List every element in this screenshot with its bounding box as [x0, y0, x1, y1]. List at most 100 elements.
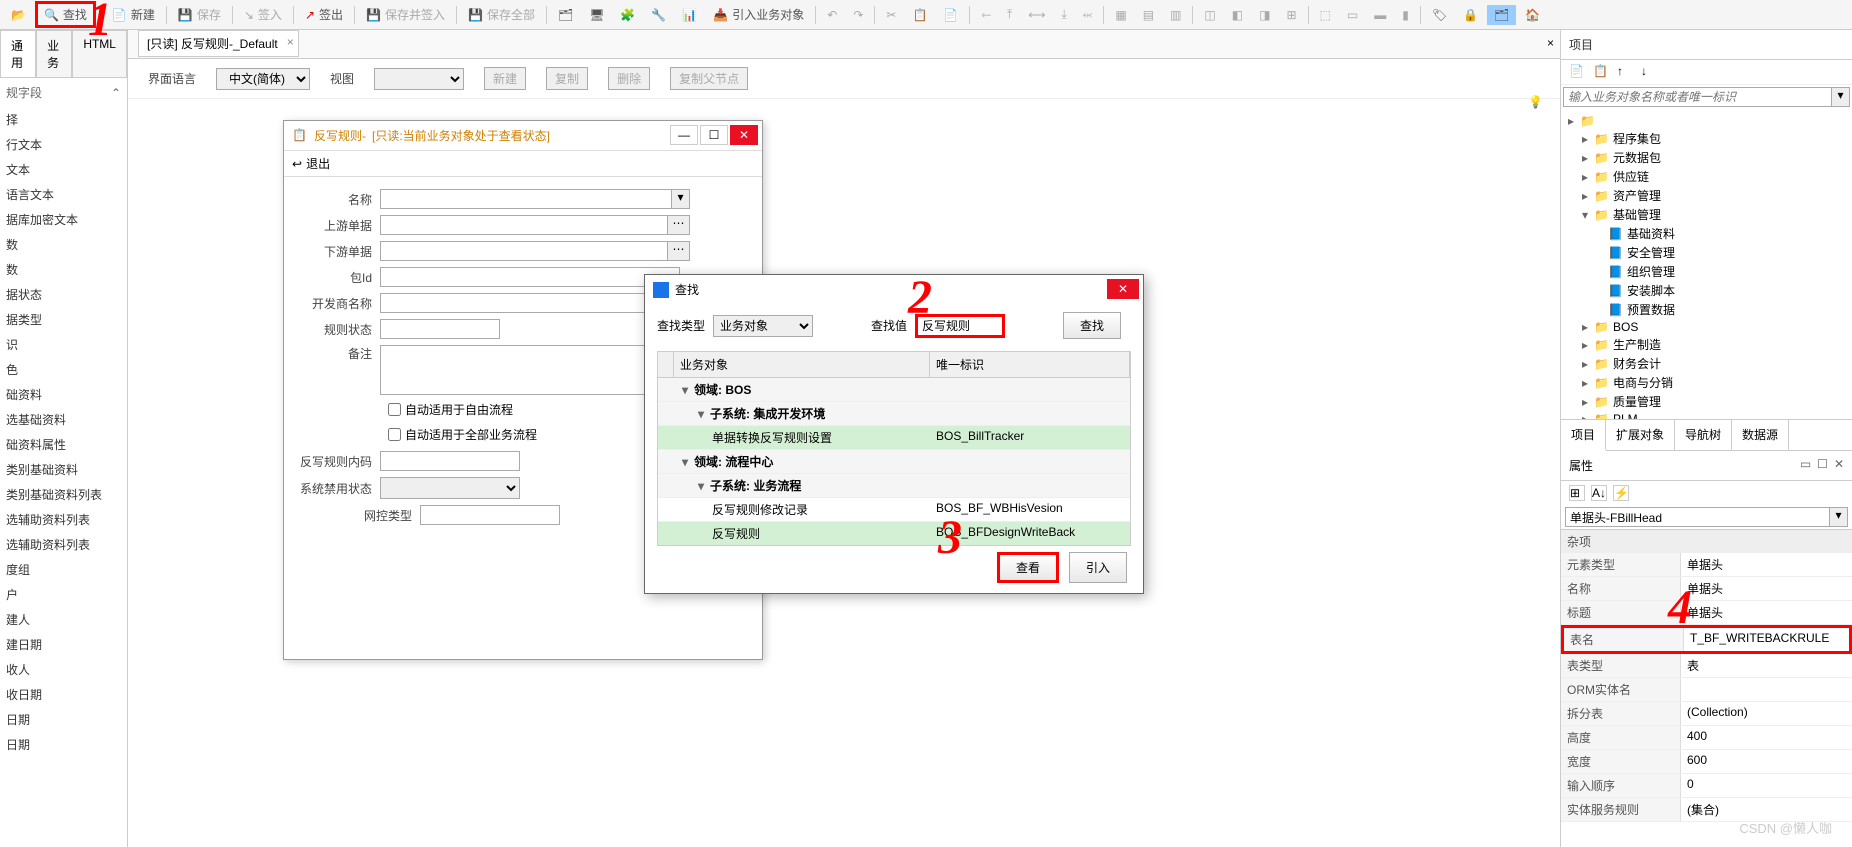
tb-a4[interactable]: ⤓ [1054, 4, 1073, 25]
left-item[interactable]: 度组 [0, 557, 127, 582]
props-az-icon[interactable]: A↓ [1591, 485, 1607, 501]
tb-ic3[interactable]: 🧩 [613, 5, 642, 25]
tree-node[interactable]: 📘组织管理 [1565, 262, 1848, 281]
left-item[interactable]: 户 [0, 582, 127, 607]
left-item[interactable]: 据状态 [0, 282, 127, 307]
tb-a1[interactable]: ⬸ [974, 4, 998, 25]
save-all-button[interactable]: 💾 保存全部 [461, 3, 542, 26]
code-input[interactable] [380, 451, 520, 471]
tree-node[interactable]: 📘预置数据 [1565, 300, 1848, 319]
downstream-lookup[interactable]: ⋯ [668, 241, 690, 261]
left-tab-general[interactable]: 通用 [0, 30, 36, 77]
grid-row[interactable]: ▾领域: 流程中心 [658, 450, 1130, 474]
left-item[interactable]: 据库加密文本 [0, 207, 127, 232]
tb-d4[interactable]: ▮ [1395, 5, 1416, 25]
tree-node[interactable]: ▾📁基础管理 [1565, 205, 1848, 224]
find-close-button[interactable]: ✕ [1107, 279, 1139, 299]
new-button[interactable]: 📄 新建 [105, 3, 162, 26]
close-all-icon[interactable]: × [1547, 36, 1554, 50]
lang-select[interactable]: 中文(简体) [216, 68, 310, 90]
tb-g4[interactable]: 📋 [905, 5, 934, 25]
name-dropdown[interactable]: ▾ [672, 189, 690, 209]
checkout-button[interactable]: ↗ 签出 [298, 3, 350, 26]
left-item[interactable]: 据类型 [0, 307, 127, 332]
tb-ic5[interactable]: 📊 [675, 5, 704, 25]
upstream-input[interactable] [380, 215, 668, 235]
left-item[interactable]: 础资料属性 [0, 432, 127, 457]
auto-free-checkbox[interactable] [388, 403, 401, 416]
property-row[interactable]: 元素类型单据头 [1561, 553, 1852, 577]
tb-c4[interactable]: ⊞ [1279, 5, 1303, 25]
import-biz-button[interactable]: 📥 引入业务对象 [706, 3, 811, 26]
save-checkin-button[interactable]: 💾 保存并签入 [359, 3, 452, 26]
close-button[interactable]: ✕ [730, 125, 758, 145]
left-item[interactable]: 础资料 [0, 382, 127, 407]
rp-down-icon[interactable]: ↓ [1641, 64, 1657, 80]
lightbulb-icon[interactable]: 💡 [1528, 95, 1548, 115]
grid-row[interactable]: ▾子系统: 业务流程 [658, 474, 1130, 498]
tb-ic4[interactable]: 🔧 [644, 5, 673, 25]
left-item[interactable]: 类别基础资料列表 [0, 482, 127, 507]
grid-row[interactable]: 单据转换反写规则设置BOS_BillTracker [658, 426, 1130, 450]
tree-node[interactable]: ▸📁生产制造 [1565, 335, 1848, 354]
tb-g2[interactable]: ↷ [846, 5, 870, 25]
left-item[interactable]: 日期 [0, 707, 127, 732]
auto-all-checkbox[interactable] [388, 428, 401, 441]
downstream-input[interactable] [380, 241, 668, 261]
checkin-button[interactable]: ↘ 签入 [237, 3, 289, 26]
left-item[interactable]: 文本 [0, 157, 127, 182]
package-input[interactable] [380, 267, 680, 287]
developer-input[interactable] [380, 293, 680, 313]
tb-c3[interactable]: ◨ [1252, 5, 1277, 25]
tb-c1[interactable]: ◫ [1197, 5, 1222, 25]
left-item[interactable]: 建人 [0, 607, 127, 632]
doc-copyparent-btn[interactable]: 复制父节点 [670, 67, 748, 90]
property-row[interactable]: 输入顺序0 [1561, 774, 1852, 798]
tb-c2[interactable]: ◧ [1225, 5, 1250, 25]
tree-node[interactable]: ▸📁供应链 [1565, 167, 1848, 186]
grid-row[interactable]: ▾领域: BOS [658, 378, 1130, 402]
property-row[interactable]: ORM实体名 [1561, 678, 1852, 702]
props-element-drop[interactable]: ▾ [1830, 507, 1848, 527]
props-min-icon[interactable]: ▭ [1800, 457, 1811, 474]
doc-new-btn[interactable]: 新建 [484, 67, 526, 90]
name-input[interactable] [380, 189, 672, 209]
props-ev-icon[interactable]: ⚡ [1613, 485, 1629, 501]
save-button[interactable]: 💾 保存 [171, 3, 228, 26]
exit-button[interactable]: ↩ 退出 [292, 155, 330, 172]
property-row[interactable]: 表类型表 [1561, 654, 1852, 678]
tb-e2[interactable]: 🔒 [1456, 5, 1485, 25]
doc-delete-btn[interactable]: 删除 [608, 67, 650, 90]
find-type-select[interactable]: 业务对象 [713, 315, 813, 337]
tb-d1[interactable]: ⬚ [1313, 5, 1338, 25]
tb-g3[interactable]: ✂ [879, 5, 903, 25]
tree-node[interactable]: ▸📁资产管理 [1565, 186, 1848, 205]
tree-node[interactable]: 📘基础资料 [1565, 224, 1848, 243]
project-search-drop[interactable]: ▾ [1832, 87, 1850, 107]
property-row[interactable]: 表名T_BF_WRITEBACKRULE [1561, 625, 1852, 654]
tb-a5[interactable]: ⬹ [1076, 4, 1100, 25]
tab-datasource[interactable]: 数据源 [1732, 420, 1789, 450]
tb-b2[interactable]: ▤ [1136, 5, 1161, 25]
props-element-select[interactable] [1565, 507, 1830, 527]
remark-input[interactable] [380, 345, 680, 395]
grid-row[interactable]: 反写规则修改记录BOS_BF_WBHisVesion [658, 498, 1130, 522]
rp-up-icon[interactable]: ↑ [1617, 64, 1633, 80]
tree-node[interactable]: 📘安全管理 [1565, 243, 1848, 262]
tree-node[interactable]: ▸📁BOS [1565, 319, 1848, 335]
tree-node[interactable]: ▸📁程序集包 [1565, 129, 1848, 148]
rp-new-icon[interactable]: 📄 [1569, 64, 1585, 80]
left-item[interactable]: 择 [0, 107, 127, 132]
tb-g5[interactable]: 📄 [936, 5, 965, 25]
find-button[interactable]: 🔍 查找 [35, 1, 96, 28]
view-select[interactable] [374, 68, 464, 90]
view-button[interactable]: 查看 [997, 552, 1059, 583]
tb-ic2[interactable]: 🖥 [582, 5, 611, 25]
left-item[interactable]: 收日期 [0, 682, 127, 707]
tab-extend[interactable]: 扩展对象 [1606, 420, 1675, 450]
left-item[interactable]: 识 [0, 332, 127, 357]
tree-node[interactable]: ▸📁财务会计 [1565, 354, 1848, 373]
close-tab-icon[interactable]: × [287, 35, 294, 49]
left-item[interactable]: 日期 [0, 732, 127, 757]
rp-copy-icon[interactable]: 📋 [1593, 64, 1609, 80]
